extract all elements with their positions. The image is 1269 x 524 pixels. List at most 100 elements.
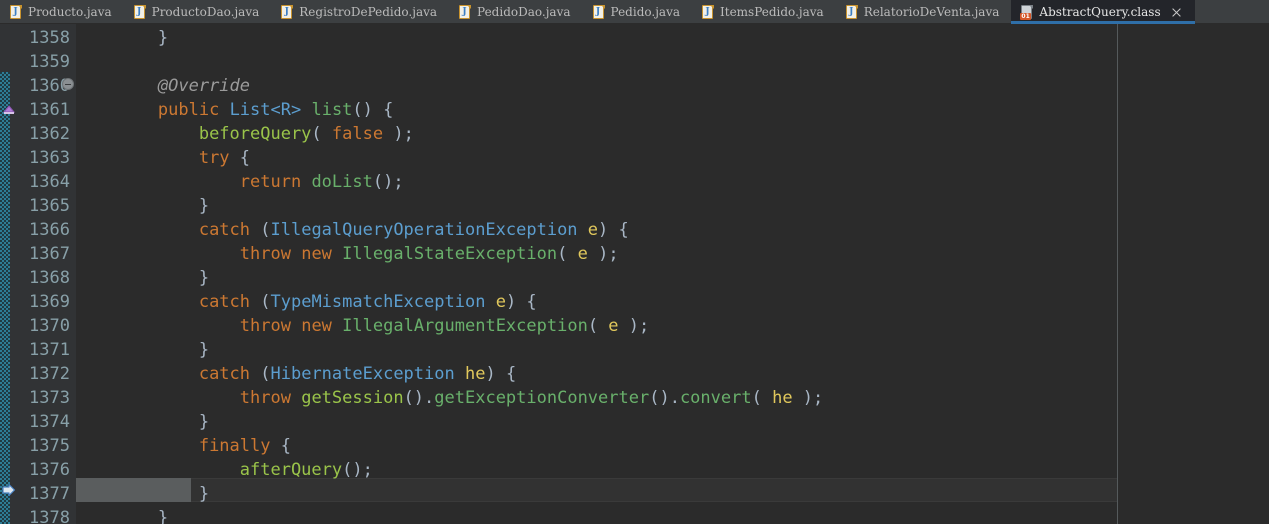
editor-tab-label: AbstractQuery.class (1039, 5, 1161, 19)
editor-tab-label: RelatorioDeVenta.java (863, 5, 1000, 19)
code-line[interactable]: } (76, 506, 168, 524)
code-line[interactable]: } (76, 266, 209, 290)
code-token: ) { (505, 292, 537, 312)
editor-tab-pedidodao-java[interactable]: J PedidoDao.java (449, 0, 582, 24)
close-icon[interactable] (1170, 6, 1183, 19)
code-token: IllegalQueryOperationException (270, 220, 578, 240)
editor-tab-label: RegistroDePedido.java (299, 5, 438, 19)
code-token: (); (372, 172, 404, 192)
code-text-area[interactable]: } @Override public List<R> list() { befo… (0, 24, 1269, 524)
code-token: } (76, 508, 169, 524)
code-line[interactable]: catch (TypeMismatchException e) { (76, 290, 537, 314)
code-line[interactable]: throw getSession().getExceptionConverter… (76, 386, 824, 410)
code-line[interactable]: afterQuery(); (76, 458, 373, 482)
code-token: finally (198, 436, 271, 456)
code-token: HibernateException (270, 364, 455, 384)
code-line[interactable]: } (76, 26, 168, 50)
code-token: ) { (598, 220, 629, 240)
code-line[interactable]: throw new IllegalStateException( e ); (76, 242, 619, 266)
editor-tab-label: ProductoDao.java (151, 5, 260, 19)
code-line[interactable]: } (76, 194, 209, 218)
code-line[interactable]: catch (IllegalQueryOperationException e)… (76, 218, 629, 242)
java-file-glyph: J (136, 7, 142, 17)
code-token: list (311, 100, 353, 120)
code-token: ); (587, 244, 619, 264)
editor-tab-abstractquery-class[interactable]: 01 AbstractQuery.class (1011, 0, 1195, 24)
code-token: convert (679, 388, 752, 408)
editor-tab-producto-java[interactable]: J Producto.java (0, 0, 124, 24)
code-token: IllegalStateException (342, 244, 558, 264)
editor-tab-pedido-java[interactable]: J Pedido.java (583, 0, 692, 24)
code-line[interactable]: catch (HibernateException he) { (76, 362, 516, 386)
editor-tab-label: Pedido.java (610, 5, 681, 19)
code-line[interactable]: } (76, 410, 209, 434)
code-token: getExceptionConverter (434, 388, 650, 408)
code-line[interactable]: try { (76, 146, 250, 170)
code-token: e (608, 316, 619, 336)
code-token: catch (198, 364, 251, 384)
code-line[interactable]: } (76, 338, 209, 362)
code-fold-collapse-icon[interactable] (62, 78, 74, 90)
editor-tab-registrodepedido-java[interactable]: J RegistroDePedido.java (271, 0, 449, 24)
code-token: new (301, 316, 332, 336)
java-file-glyph: J (284, 7, 289, 17)
code-token: (). (649, 388, 680, 408)
class-file-icon: 01 (1020, 5, 1034, 20)
execution-point-icon[interactable] (1, 482, 17, 498)
code-token: return (239, 172, 302, 192)
code-line[interactable]: throw new IllegalArgumentException( e ); (76, 314, 650, 338)
code-line[interactable]: return doList(); (76, 170, 404, 194)
java-file-icon: J (592, 5, 605, 19)
class-file-badge: 01 (1020, 13, 1031, 20)
code-token: beforeQuery (198, 124, 312, 144)
code-token: throw (239, 388, 291, 408)
code-line[interactable]: finally { (76, 434, 291, 458)
code-token: @Override (157, 76, 251, 96)
code-token: (); (342, 460, 373, 480)
java-file-icon: J (459, 5, 472, 19)
java-file-glyph: J (849, 7, 854, 17)
code-token: new (301, 244, 332, 264)
editor-tab-productodao-java[interactable]: J ProductoDao.java (124, 0, 272, 24)
code-line[interactable]: } (76, 482, 209, 506)
code-token: ); (618, 316, 650, 336)
java-file-glyph: J (462, 7, 467, 17)
editor-tab-relatoriodeventa-java[interactable]: J RelatorioDeVenta.java (836, 0, 1012, 24)
code-token: catch (198, 292, 251, 312)
code-token: ( (311, 124, 332, 144)
code-line[interactable]: public List<R> list() { (76, 98, 393, 122)
code-token: } (76, 196, 210, 216)
code-token: } (76, 412, 210, 432)
override-method-icon[interactable] (2, 104, 16, 116)
code-token: { (229, 148, 251, 168)
code-token: ); (792, 388, 824, 408)
java-file-icon: J (10, 5, 22, 19)
editor-tab-itemspedido-java[interactable]: J ItemsPedido.java (692, 0, 836, 24)
java-file-icon: J (133, 5, 146, 19)
code-line[interactable]: @Override (76, 74, 250, 98)
java-file-glyph: J (705, 7, 710, 17)
code-token: try (198, 148, 230, 168)
code-token: false (331, 124, 384, 144)
code-token: ( (557, 244, 578, 264)
code-line[interactable]: beforeQuery( false ); (76, 122, 414, 146)
java-file-icon: J (845, 5, 858, 19)
code-editor[interactable]: 1358 1359 1360 1361 1362 1363 1364 1365 1366 1367… (0, 24, 1269, 524)
